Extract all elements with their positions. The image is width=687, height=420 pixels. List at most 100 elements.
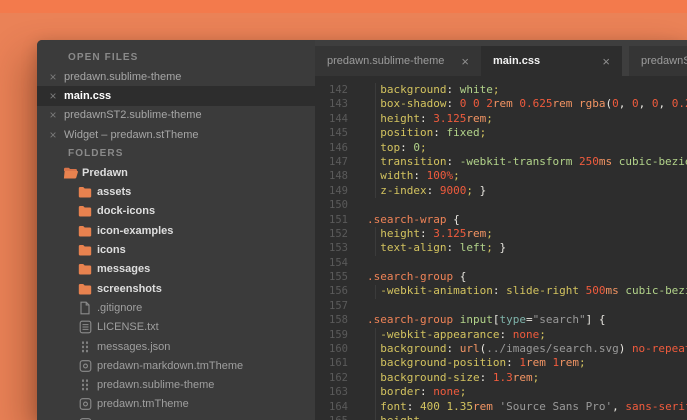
code-text: transition: -webkit-transform 250ms cubi… bbox=[380, 154, 687, 168]
tree-item-predawn-markdown.tmTheme[interactable]: predawn-markdown.tmTheme bbox=[37, 356, 315, 375]
tree-item-.gitignore[interactable]: .gitignore bbox=[37, 298, 315, 317]
code-text: box-shadow: 0 0 2rem 0.625rem rgba(0, 0,… bbox=[380, 97, 687, 111]
tree-item-icons[interactable]: icons bbox=[37, 240, 315, 259]
open-file-item[interactable]: × Widget – predawn.stTheme bbox=[37, 125, 315, 144]
tree-item-label: dock-icons bbox=[97, 205, 156, 218]
line-number: 150 bbox=[329, 199, 348, 212]
open-file-label: predawnST2.sublime-theme bbox=[64, 109, 202, 122]
code-text: background-position: 1rem 1rem; bbox=[380, 356, 586, 370]
tab-main.css[interactable]: main.css × bbox=[481, 46, 622, 76]
code-text: border: none; bbox=[380, 385, 467, 399]
line-number: 146 bbox=[329, 141, 348, 154]
code-area: 142 background: white; 143 box-shadow: 0 … bbox=[315, 76, 687, 420]
plist-file-icon bbox=[77, 416, 93, 420]
indent-guide bbox=[375, 284, 376, 299]
code-text: z-index: 9000; } bbox=[380, 183, 487, 197]
folders-header: FOLDERS bbox=[68, 148, 124, 160]
close-icon[interactable]: × bbox=[602, 54, 610, 69]
tree-item-predawn.sublime-theme[interactable]: predawn.sublime-theme bbox=[37, 375, 315, 394]
open-file-item[interactable]: × predawn.sublime-theme bbox=[37, 67, 315, 86]
indent-guide bbox=[375, 327, 376, 420]
tree-item-Predawn[interactable]: Predawn bbox=[37, 163, 315, 182]
open-files-list: × predawn.sublime-theme × main.css × predawnS… bbox=[37, 67, 315, 144]
indent-guide bbox=[375, 227, 376, 256]
line-number: 151 bbox=[329, 213, 348, 226]
line-number: 164 bbox=[329, 400, 348, 413]
code-text: height: 3.125rem; bbox=[380, 111, 493, 125]
tree-item-messages.json[interactable]: messages.json bbox=[37, 337, 315, 356]
code-line: 162 background-size: 1.3rem; bbox=[315, 371, 687, 385]
tree-item-screenshots[interactable]: screenshots bbox=[37, 279, 315, 298]
tree-item-label: messages bbox=[97, 263, 151, 276]
code-line: 155 .search-group { bbox=[315, 270, 687, 284]
code-line: 153 text-align: left; } bbox=[315, 241, 687, 255]
line-number: 162 bbox=[329, 371, 348, 384]
code-text: .search-group { bbox=[367, 270, 467, 284]
code-line: 156 -webkit-animation: slide-right 500ms… bbox=[315, 284, 687, 298]
line-number: 147 bbox=[329, 155, 348, 168]
open-folder-icon bbox=[62, 165, 78, 181]
open-file-label: main.css bbox=[64, 89, 112, 102]
code-text: -webkit-animation: slide-right 500ms cub… bbox=[380, 284, 687, 298]
tab-label: predawnST2.sublime-theme bbox=[641, 55, 687, 67]
tree-item-assets[interactable]: assets bbox=[37, 182, 315, 201]
line-number: 143 bbox=[329, 98, 348, 111]
folder-icon bbox=[77, 242, 93, 258]
tab-label: main.css bbox=[493, 55, 541, 67]
code-line: 151 .search-wrap { bbox=[315, 213, 687, 227]
tab-predawn.sublime-theme[interactable]: predawn.sublime-theme × bbox=[315, 46, 481, 76]
editor-pane: predawn.sublime-theme × main.css × predawnST… bbox=[315, 40, 687, 420]
line-number: 161 bbox=[329, 357, 348, 370]
tree-item[interactable] bbox=[37, 414, 315, 420]
code-line: 159 -webkit-appearance: none; bbox=[315, 328, 687, 342]
tree-item-LICENSE.txt[interactable]: LICENSE.txt bbox=[37, 318, 315, 337]
open-file-label: predawn.sublime-theme bbox=[64, 70, 182, 83]
plist-file-icon bbox=[77, 358, 93, 374]
folder-icon bbox=[77, 203, 93, 219]
close-icon[interactable]: × bbox=[47, 128, 59, 142]
line-number: 156 bbox=[329, 285, 348, 298]
line-number: 159 bbox=[329, 328, 348, 341]
line-number: 163 bbox=[329, 386, 348, 399]
tree-item-dock-icons[interactable]: dock-icons bbox=[37, 202, 315, 221]
close-icon[interactable]: × bbox=[47, 89, 59, 103]
tree-item-icon-examples[interactable]: icon-examples bbox=[37, 221, 315, 240]
code-line: 163 border: none; bbox=[315, 385, 687, 399]
close-icon[interactable]: × bbox=[461, 54, 469, 69]
desktop-top-strip bbox=[0, 0, 687, 13]
tree-item-predawn.tmTheme[interactable]: predawn.tmTheme bbox=[37, 395, 315, 414]
line-number: 165 bbox=[315, 414, 348, 420]
desktop: OPEN FILES × predawn.sublime-theme × main.c… bbox=[0, 0, 687, 420]
line-number: 142 bbox=[329, 84, 348, 96]
line-number: 153 bbox=[329, 242, 348, 255]
code-line: 146 top: 0; bbox=[315, 141, 687, 155]
code-line: 154 bbox=[315, 256, 687, 270]
code-editor[interactable]: 142 background: white; 143 box-shadow: 0 … bbox=[315, 76, 687, 420]
tree-item-label: screenshots bbox=[97, 282, 162, 295]
tab-label: predawn.sublime-theme bbox=[327, 55, 445, 67]
code-line: 157 bbox=[315, 299, 687, 313]
open-file-item[interactable]: × main.css bbox=[37, 86, 315, 106]
folder-icon bbox=[77, 184, 93, 200]
code-line: 160 background: url(../images/search.svg… bbox=[315, 342, 687, 356]
tab-bar: predawn.sublime-theme × main.css × predawnST… bbox=[315, 40, 687, 76]
close-icon[interactable]: × bbox=[47, 108, 59, 122]
plist-file-icon bbox=[77, 396, 93, 412]
code-line: 158 .search-group input[type="search"] { bbox=[315, 313, 687, 327]
code-text: font: 400 1.35rem 'Source Sans Pro', san… bbox=[380, 399, 687, 413]
line-number: 144 bbox=[329, 112, 348, 125]
code-line: 165 height bbox=[315, 414, 687, 420]
close-icon[interactable]: × bbox=[47, 70, 59, 84]
code-text: .search-wrap { bbox=[367, 212, 460, 226]
tab-predawnST2.sublime-theme[interactable]: predawnST2.sublime-theme× bbox=[629, 46, 687, 76]
code-text: height: 3.125rem; bbox=[380, 226, 493, 240]
tree-item-label: LICENSE.txt bbox=[97, 321, 159, 334]
line-number: 157 bbox=[329, 299, 348, 312]
code-text: background-size: 1.3rem; bbox=[380, 370, 540, 384]
line-number: 145 bbox=[329, 127, 348, 140]
code-line: 161 background-position: 1rem 1rem; bbox=[315, 356, 687, 370]
open-file-item[interactable]: × predawnST2.sublime-theme bbox=[37, 106, 315, 125]
tree-item-messages[interactable]: messages bbox=[37, 260, 315, 279]
tree-item-label: assets bbox=[97, 186, 132, 199]
code-line: 152 height: 3.125rem; bbox=[315, 227, 687, 241]
